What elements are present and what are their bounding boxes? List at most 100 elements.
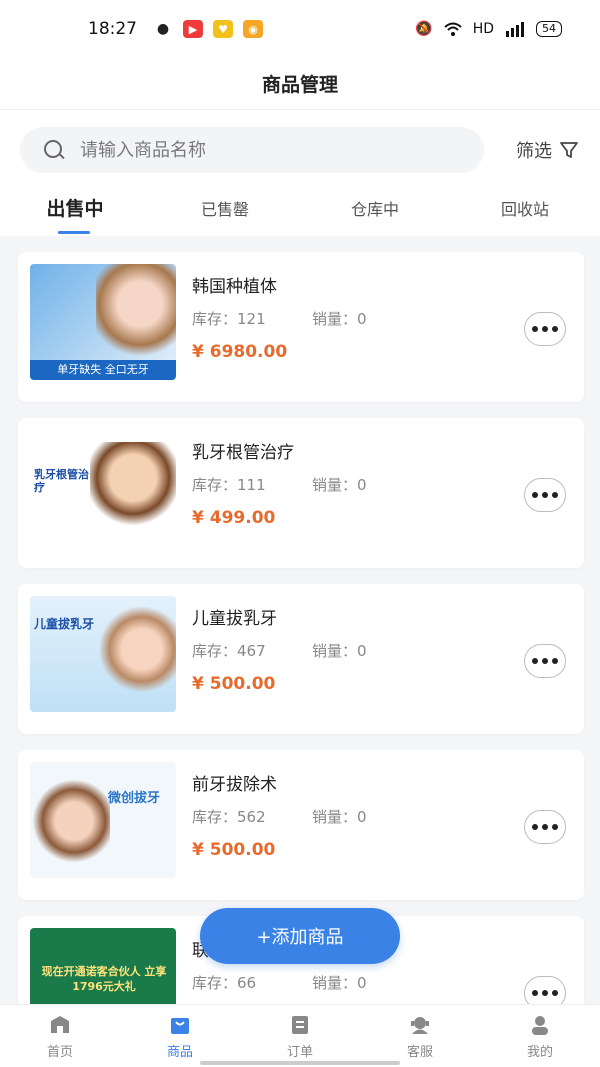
product-thumbnail: 单牙缺失 全口无牙 bbox=[30, 264, 176, 380]
model-image bbox=[96, 264, 176, 364]
nav-label: 首页 bbox=[46, 1045, 73, 1060]
product-sales: 销量：0 bbox=[312, 476, 367, 494]
product-price: ¥ 6980.00 bbox=[192, 342, 288, 362]
video-app-icon: ▶ bbox=[183, 20, 203, 38]
more-icon-dot bbox=[542, 990, 548, 996]
status-tabs: 出售中 已售罄 仓库中 回收站 bbox=[0, 190, 600, 236]
thumb-caption: 微创拔牙 bbox=[108, 791, 161, 806]
more-options-button[interactable] bbox=[524, 976, 566, 1004]
patient-image bbox=[30, 776, 110, 866]
status-app-icons: ● ▶ ♥ ◉ bbox=[153, 20, 263, 38]
profile-icon bbox=[532, 1016, 548, 1035]
more-icon bbox=[532, 492, 538, 498]
product-name: 韩国种植体 bbox=[192, 277, 277, 297]
nav-item-home[interactable]: 首页 bbox=[0, 1005, 120, 1067]
thumb-caption: 现在开通诺客合伙人 立享1796元大礼 bbox=[41, 965, 167, 993]
product-thumbnail: 乳牙根管治疗 bbox=[30, 430, 176, 546]
nav-item-products[interactable]: 商品 bbox=[120, 1005, 240, 1067]
nav-label: 我的 bbox=[526, 1045, 553, 1060]
add-product-button[interactable]: +添加商品 bbox=[200, 908, 400, 964]
wechat-icon: ● bbox=[153, 20, 173, 38]
tab-warehouse[interactable]: 仓库中 bbox=[300, 190, 450, 236]
home-icon bbox=[51, 1016, 69, 1033]
product-card[interactable]: 微创拔牙 前牙拔除术 库存：562 销量：0 ¥ 500.00 bbox=[18, 750, 584, 900]
more-icon-dot bbox=[542, 824, 548, 830]
page-title: 商品管理 bbox=[261, 74, 338, 96]
product-stock: 库存：111 bbox=[192, 476, 266, 494]
service-icon bbox=[411, 1017, 429, 1034]
nav-item-service[interactable]: 客服 bbox=[360, 1005, 480, 1067]
status-indicators: 🔕 HD 54 bbox=[415, 21, 562, 37]
tab-sold-out[interactable]: 已售罄 bbox=[150, 190, 300, 236]
product-sales: 销量：0 bbox=[312, 642, 367, 660]
more-icon-dot bbox=[552, 658, 558, 664]
more-options-button[interactable] bbox=[524, 478, 566, 512]
thumb-caption: 儿童拔乳牙 bbox=[34, 617, 95, 631]
product-thumbnail: 现在开通诺客合伙人 立享1796元大礼 bbox=[30, 928, 176, 1004]
battery-icon: 54 bbox=[536, 21, 562, 37]
nav-label: 商品 bbox=[166, 1045, 193, 1060]
wifi-icon bbox=[444, 22, 462, 36]
product-price: ¥ 500.00 bbox=[192, 674, 276, 694]
status-bar: 18:27 ● ▶ ♥ ◉ 🔕 HD 54 bbox=[0, 0, 600, 58]
more-icon-dot bbox=[542, 326, 548, 332]
more-icon bbox=[532, 990, 538, 996]
nav-bar: 商品管理 bbox=[0, 58, 600, 110]
filter-label: 筛选 bbox=[516, 141, 552, 162]
tab-on-sale[interactable]: 出售中 bbox=[0, 190, 150, 236]
more-icon bbox=[532, 326, 538, 332]
filter-icon bbox=[560, 142, 578, 158]
heart-app-icon: ♥ bbox=[213, 20, 233, 38]
more-options-button[interactable] bbox=[524, 810, 566, 844]
nav-label: 订单 bbox=[286, 1045, 313, 1060]
more-icon-dot bbox=[542, 658, 548, 664]
product-thumbnail: 儿童拔乳牙 bbox=[30, 596, 176, 712]
home-indicator bbox=[200, 1061, 400, 1065]
more-icon-dot bbox=[552, 990, 558, 996]
product-name: 儿童拔乳牙 bbox=[192, 609, 277, 629]
search-row: 筛选 bbox=[0, 110, 600, 190]
nav-item-orders[interactable]: 订单 bbox=[240, 1005, 360, 1067]
more-icon-dot bbox=[542, 492, 548, 498]
bag-icon bbox=[171, 1018, 189, 1034]
product-card[interactable]: 儿童拔乳牙 儿童拔乳牙 库存：467 销量：0 ¥ 500.00 bbox=[18, 584, 584, 734]
product-name: 前牙拔除术 bbox=[192, 775, 277, 795]
child-image bbox=[90, 442, 176, 536]
nav-item-profile[interactable]: 我的 bbox=[480, 1005, 600, 1067]
product-stock: 库存：562 bbox=[192, 808, 266, 826]
status-time: 18:27 bbox=[88, 19, 137, 39]
more-options-button[interactable] bbox=[524, 312, 566, 346]
filter-button[interactable]: 筛选 bbox=[516, 137, 580, 163]
product-card[interactable]: 单牙缺失 全口无牙 韩国种植体 库存：121 销量：0 ¥ 6980.00 bbox=[18, 252, 584, 402]
product-sales: 销量：0 bbox=[312, 974, 367, 992]
search-box[interactable] bbox=[20, 127, 484, 173]
product-price: ¥ 500.00 bbox=[192, 840, 276, 860]
bottom-nav: 首页 商品 订单 客服 我的 bbox=[0, 1004, 600, 1067]
more-icon bbox=[532, 658, 538, 664]
search-icon bbox=[42, 138, 66, 162]
more-icon-dot bbox=[552, 492, 558, 498]
product-sales: 销量：0 bbox=[312, 808, 367, 826]
order-icon bbox=[292, 1016, 308, 1034]
nav-label: 客服 bbox=[406, 1045, 433, 1060]
tab-recycle-bin[interactable]: 回收站 bbox=[450, 190, 600, 236]
network-type: HD bbox=[472, 21, 494, 37]
more-icon bbox=[532, 824, 538, 830]
thumb-banner: 单牙缺失 全口无牙 bbox=[30, 360, 176, 380]
product-price: ¥ 499.00 bbox=[192, 508, 276, 528]
product-sales: 销量：0 bbox=[312, 310, 367, 328]
weibo-icon: ◉ bbox=[243, 20, 263, 38]
signal-icon bbox=[506, 22, 524, 37]
more-icon-dot bbox=[552, 326, 558, 332]
product-card[interactable]: 乳牙根管治疗 乳牙根管治疗 库存：111 销量：0 ¥ 499.00 bbox=[18, 418, 584, 568]
thumb-caption: 乳牙根管治疗 bbox=[34, 468, 89, 494]
more-icon-dot bbox=[552, 824, 558, 830]
product-stock: 库存：121 bbox=[192, 310, 266, 328]
more-options-button[interactable] bbox=[524, 644, 566, 678]
product-stock: 库存：66 bbox=[192, 974, 257, 992]
product-thumbnail: 微创拔牙 bbox=[30, 762, 176, 878]
product-list: 单牙缺失 全口无牙 韩国种植体 库存：121 销量：0 ¥ 6980.00 乳牙… bbox=[0, 236, 600, 1004]
product-stock: 库存：467 bbox=[192, 642, 266, 660]
mute-icon: 🔕 bbox=[415, 21, 433, 37]
search-input[interactable] bbox=[80, 139, 440, 161]
